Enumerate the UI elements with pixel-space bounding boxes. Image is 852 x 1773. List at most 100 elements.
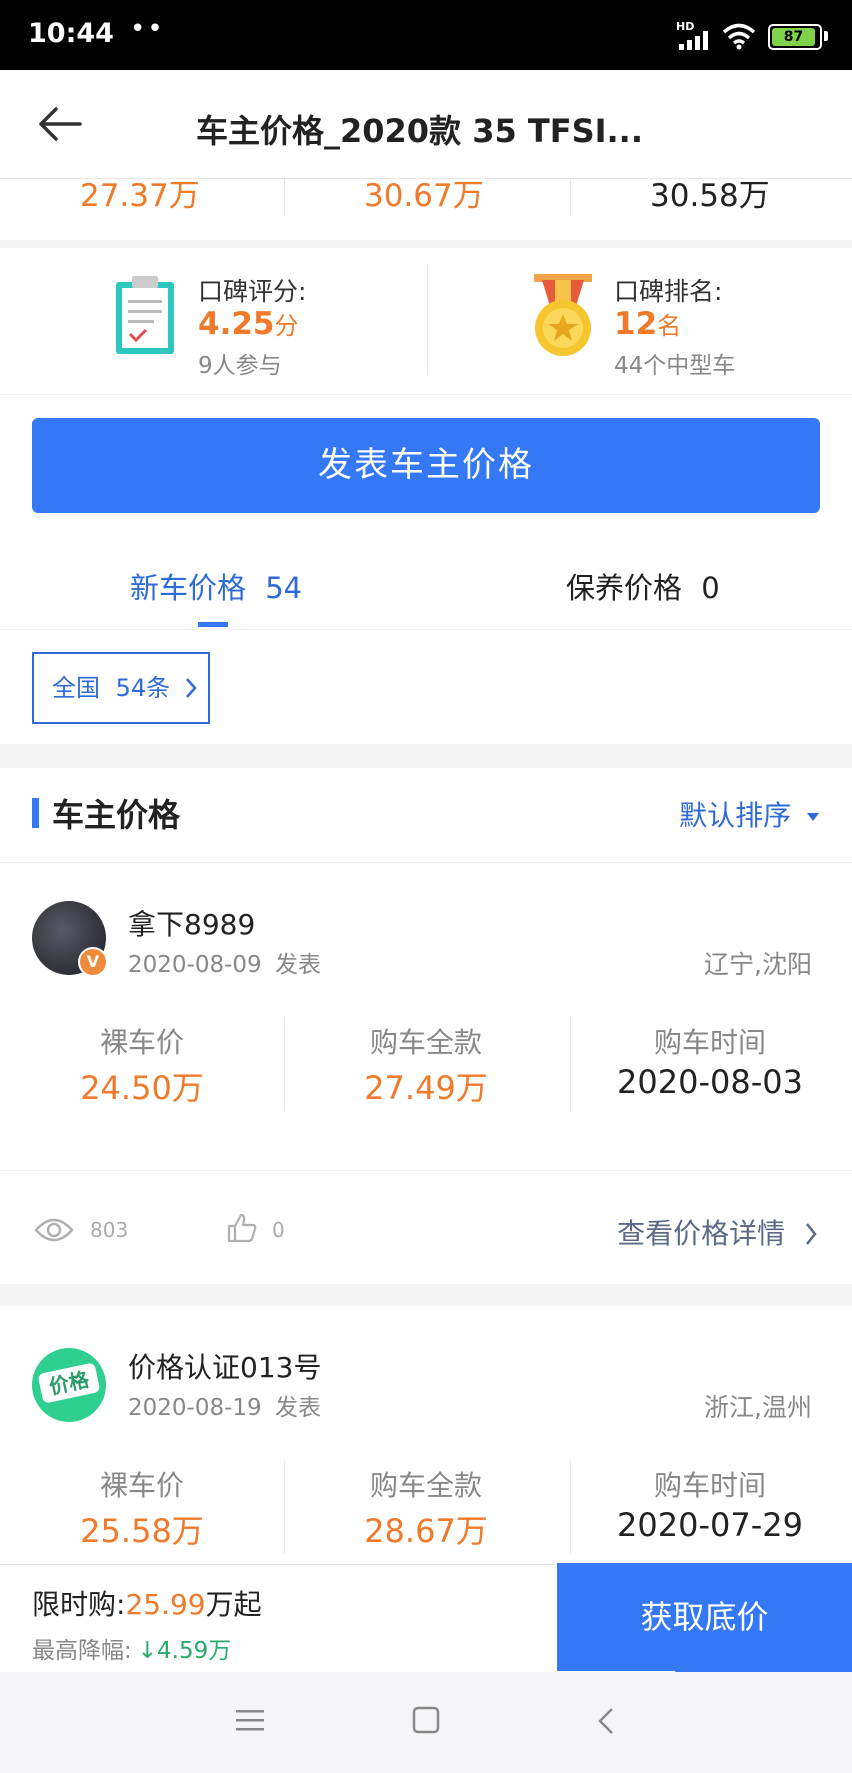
divider: [570, 1460, 571, 1554]
divider: [570, 178, 571, 216]
section-gap: [0, 1284, 852, 1306]
avatar[interactable]: 价格: [32, 1348, 106, 1422]
purchase-time-value: 2020-08-03: [617, 1063, 803, 1101]
thumbs-up-icon[interactable]: [226, 1212, 258, 1244]
rank-unit: 名: [657, 312, 682, 340]
promo-price: 25.99: [125, 1588, 206, 1621]
tab-label: 保养价格: [566, 571, 683, 605]
section-marker: [32, 798, 39, 828]
section-gap: [0, 240, 852, 248]
full-price-label: 购车全款: [369, 1469, 482, 1502]
region-count: 54条: [115, 674, 171, 702]
post-card: 价格 价格认证013号 2020-08-19 发表 浙江,温州 裸车价 25.5…: [0, 1306, 852, 1564]
promo-label: 限时购:25.99万起: [32, 1583, 262, 1623]
system-nav-bar: [0, 1672, 852, 1773]
verified-badge-icon: V: [78, 947, 108, 977]
post-location: 浙江,温州: [704, 1393, 812, 1422]
status-time: 10:44: [28, 18, 114, 49]
active-tab-indicator: [198, 622, 228, 627]
score-value: 4.25分: [198, 306, 299, 342]
divider: [284, 1460, 285, 1554]
battery-level: 87: [772, 28, 815, 46]
caret-down-icon: [807, 813, 819, 821]
rank-number: 12: [614, 306, 658, 342]
divider: [427, 264, 428, 374]
drop-label: 最高降幅:: [32, 1638, 132, 1664]
tab-count: 54: [265, 571, 303, 605]
post-date: 2020-08-09 发表: [128, 945, 321, 979]
drop-value: 4.59万: [157, 1638, 232, 1664]
bare-price-value: 25.58万: [80, 1512, 204, 1550]
tab-label: 新车价格: [130, 571, 247, 605]
score-number: 4.25: [198, 306, 275, 342]
status-notification-dots: ••: [130, 14, 165, 44]
section-gap: [0, 744, 852, 768]
battery-tip: [824, 31, 828, 41]
signal-icon: [679, 31, 708, 50]
menu-icon[interactable]: [236, 1708, 264, 1732]
bare-price-value: 24.50万: [80, 1069, 204, 1107]
region-filter-button[interactable]: 全国 54条: [32, 652, 210, 724]
promo-price-suffix: 万起: [205, 1588, 262, 1621]
score-participants: 9人参与: [198, 353, 282, 379]
avatar-text: 价格: [37, 1362, 101, 1404]
rating-row: 口碑评分: 4.25分 9人参与 口碑排名: 12名 44个中型车: [0, 248, 852, 394]
status-bar: 10:44 •• HD 87: [0, 0, 852, 70]
post-date-value: 2020-08-19: [128, 1395, 262, 1421]
top-price-2: 30.67万: [364, 178, 484, 214]
purchase-time-label: 购车时间: [653, 1469, 766, 1502]
tab-count: 0: [701, 571, 720, 605]
section-title: 车主价格: [52, 796, 181, 834]
rank-scope: 44个中型车: [614, 353, 736, 379]
app-header: 车主价格_2020款 35 TFSI...: [0, 70, 852, 179]
top-price-1: 27.37万: [80, 178, 200, 214]
chevron-right-icon: [185, 678, 197, 698]
divider: [0, 394, 852, 395]
post-date-value: 2020-08-09: [128, 952, 262, 978]
back-arrow-icon[interactable]: [36, 104, 84, 144]
user-name[interactable]: 拿下8989: [128, 903, 255, 943]
post-location: 辽宁,沈阳: [704, 950, 812, 979]
medal-icon: [534, 274, 592, 356]
purchase-time-value: 2020-07-29: [617, 1506, 803, 1544]
divider: [0, 1170, 852, 1171]
promo-title: 限时购:: [32, 1588, 126, 1621]
clipboard-icon: [116, 276, 174, 354]
eye-icon: [34, 1218, 74, 1242]
bare-price-label: 裸车价: [99, 1026, 184, 1059]
back-icon[interactable]: [596, 1706, 616, 1736]
rank-label: 口碑排名:: [614, 277, 723, 306]
tab-new-car-price[interactable]: 新车价格 54: [130, 565, 302, 607]
post-date-suffix: 发表: [274, 1395, 321, 1421]
sort-dropdown[interactable]: 默认排序: [679, 794, 820, 834]
chevron-right-icon: [806, 1223, 817, 1245]
page-title: 车主价格_2020款 35 TFSI...: [196, 112, 643, 150]
purchase-time-label: 购车时间: [653, 1026, 766, 1059]
post-date: 2020-08-19 发表: [128, 1388, 321, 1422]
bare-price-label: 裸车价: [99, 1469, 184, 1502]
home-icon[interactable]: [412, 1706, 440, 1734]
arrow-down-icon: ↓: [137, 1638, 158, 1664]
rank-value: 12名: [614, 306, 681, 342]
view-price-details-link[interactable]: 查看价格详情: [617, 1212, 818, 1252]
region-label: 全国: [52, 674, 100, 702]
divider: [284, 1017, 285, 1111]
max-drop: 最高降幅: ↓4.59万: [32, 1631, 231, 1665]
publish-owner-price-button[interactable]: 发表车主价格: [32, 418, 820, 513]
score-label: 口碑评分:: [198, 277, 307, 306]
battery-icon: 87: [768, 24, 822, 50]
wifi-icon: [722, 23, 756, 50]
divider: [570, 1017, 571, 1111]
full-price-label: 购车全款: [369, 1026, 482, 1059]
view-count: 803: [90, 1218, 129, 1242]
tab-maintenance-price[interactable]: 保养价格 0: [566, 565, 720, 607]
get-lowest-price-button[interactable]: 获取底价: [557, 1563, 852, 1671]
post-date-suffix: 发表: [274, 952, 321, 978]
full-price-value: 27.49万: [364, 1069, 488, 1107]
like-count: 0: [272, 1218, 285, 1242]
top-price-strip: 27.37万 30.67万 30.58万: [0, 178, 852, 240]
full-price-value: 28.67万: [364, 1512, 488, 1550]
top-price-3: 30.58万: [650, 178, 770, 214]
user-name[interactable]: 价格认证013号: [128, 1346, 321, 1386]
sort-label: 默认排序: [679, 799, 792, 832]
